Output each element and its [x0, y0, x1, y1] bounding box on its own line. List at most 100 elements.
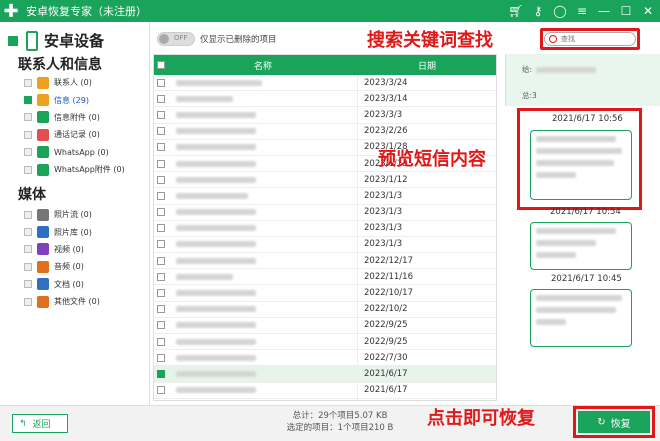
sidebar-checkbox[interactable] — [24, 280, 32, 289]
restore-button[interactable]: ↻ 恢复 — [578, 411, 650, 433]
table-row[interactable]: 2023/1/3 — [154, 236, 496, 254]
table-row[interactable]: 2021/6/17 — [154, 366, 496, 383]
row-name-cell — [168, 301, 358, 317]
menu-icon[interactable]: ≡ — [574, 3, 590, 19]
deleted-only-toggle[interactable]: OFF — [157, 32, 195, 46]
row-checkbox[interactable] — [157, 240, 165, 249]
header-name[interactable]: 名称 — [168, 59, 358, 72]
message-bubble-2 — [530, 222, 632, 270]
sidebar-item-other-files[interactable]: 其他文件 (0) — [24, 293, 100, 310]
row-date: 2023/3/24 — [364, 77, 408, 88]
row-checkbox[interactable] — [157, 337, 165, 346]
sidebar-item-photo-stream[interactable]: 照片流 (0) — [24, 206, 100, 223]
window-title: 安卓恢复专家（未注册） — [26, 5, 147, 18]
sidebar-checkbox[interactable] — [24, 130, 32, 139]
table-row[interactable]: 2022/4/2 — [154, 398, 496, 400]
row-checkbox[interactable] — [157, 127, 165, 136]
row-checkbox[interactable] — [157, 289, 165, 298]
row-checkbox[interactable] — [157, 272, 165, 281]
table-row[interactable]: 2022/11/16 — [154, 269, 496, 286]
row-checkbox[interactable] — [157, 110, 165, 119]
search-input[interactable] — [561, 35, 621, 43]
sidebar-checkbox[interactable] — [24, 165, 32, 174]
sidebar-item-photo-library[interactable]: 照片库 (0) — [24, 223, 100, 240]
table-row[interactable]: 2022/7/30 — [154, 350, 496, 367]
selection-stats: 总计：29个项目5.07 KB 选定的项目：1个项目210 B — [240, 410, 440, 434]
table-row[interactable]: 2022/9/25 — [154, 334, 496, 351]
sidebar-item-contacts[interactable]: 联系人 (0) — [24, 74, 125, 91]
table-row[interactable]: 2023/1/3 — [154, 220, 496, 237]
row-checkbox[interactable] — [157, 386, 165, 395]
back-button[interactable]: ↰ 返回 — [12, 414, 68, 433]
device-checkbox[interactable] — [8, 35, 18, 46]
table-row[interactable]: 2023/3/3 — [154, 107, 496, 124]
table-row[interactable]: 2023/2/26 — [154, 123, 496, 140]
sidebar-item-audio[interactable]: 音频 (0) — [24, 258, 100, 275]
table-row[interactable]: 2023/3/14 — [154, 91, 496, 108]
sidebar-item-call-log[interactable]: 通话记录 (0) — [24, 126, 125, 143]
row-checkbox[interactable] — [157, 224, 165, 233]
cart-icon[interactable]: 🛒︎ — [508, 3, 524, 19]
media-nav: 照片流 (0) 照片库 (0) 视频 (0) 音频 (0) 文档 (0) 其他文件 (0) — [24, 206, 100, 310]
sidebar-checkbox[interactable] — [24, 113, 32, 122]
minimize-icon[interactable]: — — [596, 3, 612, 19]
sidebar-checkbox[interactable] — [24, 210, 32, 219]
sidebar-checkbox[interactable] — [24, 262, 32, 271]
select-all-checkbox[interactable] — [157, 61, 165, 69]
row-name-cell — [168, 334, 358, 350]
sidebar-item-attachment[interactable]: 信息附件 (0) — [24, 109, 125, 126]
table-row[interactable]: 2023/1/3 — [154, 188, 496, 205]
table-row[interactable]: 2022/10/2 — [154, 301, 496, 318]
maximize-icon[interactable]: ☐ — [618, 3, 634, 19]
blurred-contact — [176, 273, 233, 280]
table-row[interactable]: 2023/1/12 — [154, 172, 496, 189]
sidebar-item-label: WhatsApp (0) — [54, 147, 109, 157]
sidebar-checkbox[interactable] — [24, 297, 32, 306]
row-checkbox[interactable] — [157, 175, 165, 184]
sidebar-checkbox[interactable] — [24, 148, 32, 157]
sidebar-item-label: 其他文件 (0) — [54, 297, 100, 307]
blurred-contact — [176, 354, 256, 361]
contacts-section-title: 联系人和信息 — [18, 57, 102, 73]
table-row[interactable]: 2023/1/3 — [154, 204, 496, 221]
row-name-cell — [168, 91, 358, 107]
row-name-cell — [168, 269, 358, 285]
sidebar-item-label: 照片流 (0) — [54, 210, 92, 220]
row-checkbox[interactable] — [157, 208, 165, 217]
table-row[interactable]: 2022/10/17 — [154, 285, 496, 302]
row-checkbox[interactable] — [157, 369, 165, 378]
sidebar-item-message[interactable]: 信息 (29) — [24, 91, 125, 108]
row-checkbox[interactable] — [157, 305, 165, 314]
search-field[interactable] — [544, 32, 636, 46]
sidebar-checkbox[interactable] — [24, 228, 32, 237]
row-checkbox[interactable] — [157, 256, 165, 265]
row-checkbox[interactable] — [157, 94, 165, 103]
row-checkbox[interactable] — [157, 191, 165, 200]
row-name-cell — [168, 123, 358, 139]
device-header[interactable]: 安卓设备 — [8, 30, 104, 51]
sidebar-checkbox[interactable] — [24, 96, 32, 105]
row-date: 2023/1/3 — [364, 239, 403, 250]
row-checkbox[interactable] — [157, 321, 165, 330]
sidebar-item-document[interactable]: 文档 (0) — [24, 276, 100, 293]
table-row[interactable]: 2023/3/24 — [154, 75, 496, 92]
key-icon[interactable]: ⚷ — [530, 3, 546, 19]
row-checkbox[interactable] — [157, 143, 165, 152]
chat-icon[interactable]: ◯ — [552, 3, 568, 19]
sidebar-item-whatsapp-attachment[interactable]: WhatsApp附件 (0) — [24, 161, 125, 178]
row-name-cell — [168, 366, 358, 382]
header-date[interactable]: 日期 — [358, 59, 496, 72]
table-row[interactable]: 2022/12/17 — [154, 253, 496, 270]
sidebar-item-video[interactable]: 视频 (0) — [24, 241, 100, 258]
sidebar-checkbox[interactable] — [24, 245, 32, 254]
sidebar-checkbox[interactable] — [24, 78, 32, 87]
table-row[interactable]: 2021/6/17 — [154, 382, 496, 399]
table-row[interactable]: 2022/9/25 — [154, 317, 496, 334]
close-icon[interactable]: ✕ — [640, 3, 656, 19]
row-checkbox[interactable] — [157, 78, 165, 87]
row-date: 2023/1/12 — [364, 174, 408, 185]
row-date: 2022/10/2 — [364, 304, 408, 315]
row-checkbox[interactable] — [157, 159, 165, 168]
sidebar-item-whatsapp[interactable]: WhatsApp (0) — [24, 144, 125, 161]
row-checkbox[interactable] — [157, 353, 165, 362]
